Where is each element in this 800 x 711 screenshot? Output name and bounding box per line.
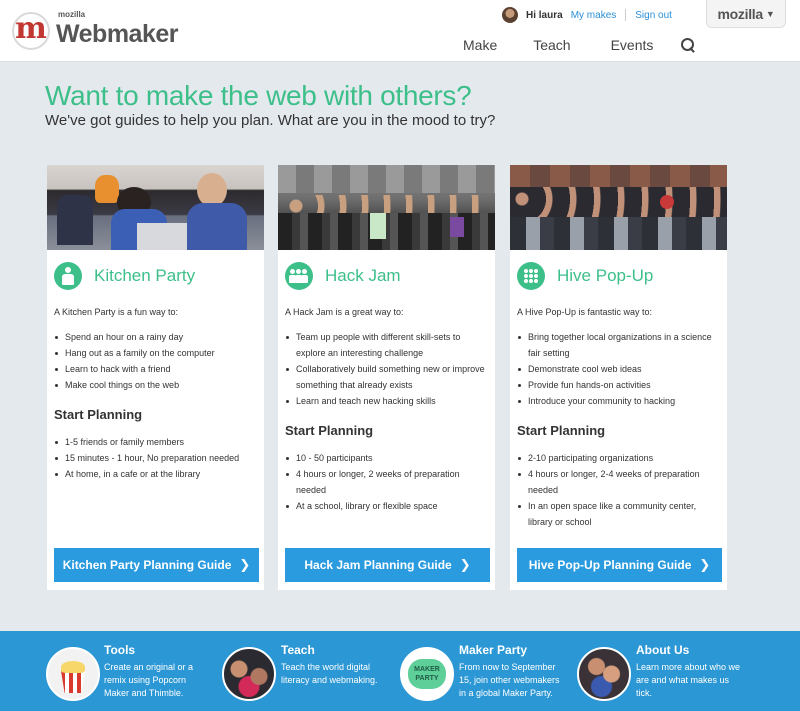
hive-pop-up-guide-button[interactable]: Hive Pop-Up Planning Guide ❯ [517,548,722,582]
list-item: Provide fun hands-on activities [517,377,721,393]
list-item: 15 minutes - 1 hour, No preparation need… [54,450,258,466]
maker-party-badge-icon: MAKER PARTY [400,647,454,701]
about-us-photo [577,647,631,701]
card-intro: A Hack Jam is a great way to: [285,307,404,317]
user-menu-divider [625,9,627,21]
list-item: Make cool things on the web [54,377,258,393]
list-item: Learn to hack with a friend [54,361,258,377]
start-planning-heading: Start Planning [517,423,606,438]
start-planning-heading: Start Planning [54,407,143,422]
popcorn-icon [46,647,100,701]
footer-title: About Us [636,643,690,657]
chevron-right-icon: ❯ [699,557,711,572]
kitchen-party-photo [47,165,264,250]
teach-photo [222,647,276,701]
webmaker-logo[interactable]: m mozilla Webmaker [12,9,179,52]
list-item: Collaboratively build something new or i… [285,361,489,393]
list-item: 1-5 friends or family members [54,434,258,450]
chevron-right-icon: ❯ [459,557,471,572]
footer-title: Maker Party [459,643,528,657]
card-hive-pop-up: Hive Pop-Up A Hive Pop-Up is fantastic w… [510,165,727,590]
nav-events[interactable]: Events [611,37,654,53]
card-benefits-list: Team up people with different skill-sets… [285,329,489,409]
hack-jam-guide-button[interactable]: Hack Jam Planning Guide ❯ [285,548,490,582]
footer-text: Teach the world digital literacy and web… [281,662,378,685]
card-plan-list: 2-10 participating organizations 4 hours… [517,450,721,530]
user-avatar[interactable] [502,7,518,23]
page-title: Want to make the web with others? [45,80,472,111]
user-greeting: Hi laura [526,9,563,21]
list-item: In an open space like a community center… [517,498,721,530]
start-planning-heading: Start Planning [285,423,374,438]
site-header: m mozilla Webmaker Hi laura My makes Sig… [0,0,800,62]
list-item: 10 - 50 participants [285,450,489,466]
list-item: Introduce your community to hacking [517,393,721,409]
nav-make[interactable]: Make [463,37,497,53]
person-icon [54,262,82,290]
card-intro: A Kitchen Party is a fun way to: [54,307,179,317]
main-nav: Make Teach Events [463,36,695,54]
hack-jam-photo [278,165,495,250]
mozilla-tab-label: mozilla [717,5,764,22]
footer-text: From now to September 15, join other web… [459,662,560,698]
list-item: At home, in a cafe or at the library [54,466,258,482]
my-makes-link[interactable]: My makes [571,10,617,21]
group-icon [285,262,313,290]
list-item: 2-10 participating organizations [517,450,721,466]
list-item: At a school, library or flexible space [285,498,489,514]
logo-mozilla-label: mozilla [58,9,86,19]
logo-webmaker-label: Webmaker [56,19,179,48]
button-label: Kitchen Party Planning Guide [62,558,232,572]
footer-text: Learn more about who we are and what mak… [636,662,741,698]
card-benefits-list: Bring together local organizations in a … [517,329,721,409]
webmaker-m-icon: m [12,12,50,50]
footer-title: Teach [281,643,315,657]
card-title: Hive Pop-Up [557,266,654,285]
maker-party-badge-text: MAKER PARTY [408,659,446,689]
card-title: Hack Jam [325,266,401,285]
button-label: Hive Pop-Up Planning Guide [528,558,692,572]
list-item: Learn and teach new hacking skills [285,393,489,409]
card-intro: A Hive Pop-Up is fantastic way to: [517,307,653,317]
list-item: 4 hours or longer, 2 weeks of preparatio… [285,466,489,498]
card-hack-jam: Hack Jam A Hack Jam is a great way to: T… [278,165,495,590]
card-kitchen-party: Kitchen Party A Kitchen Party is a fun w… [47,165,264,590]
footer-title: Tools [104,643,136,657]
kitchen-party-guide-button[interactable]: Kitchen Party Planning Guide ❯ [54,548,259,582]
footer-text: Create an original or a remix using Popc… [104,662,194,698]
list-item: Hang out as a family on the computer [54,345,258,361]
site-footer: Tools Create an original or a remix usin… [0,631,800,711]
list-item: Team up people with different skill-sets… [285,329,489,361]
card-plan-list: 10 - 50 participants 4 hours or longer, … [285,450,489,514]
card-plan-list: 1-5 friends or family members 15 minutes… [54,434,258,482]
list-item: Spend an hour on a rainy day [54,329,258,345]
hive-pop-up-photo [510,165,727,250]
card-benefits-list: Spend an hour on a rainy day Hang out as… [54,329,258,393]
mozilla-tab[interactable]: mozilla ▼ [706,0,786,28]
search-icon[interactable] [681,38,695,52]
page-subtitle: We've got guides to help you plan. What … [45,112,496,129]
button-label: Hack Jam Planning Guide [304,558,452,572]
user-menu: Hi laura My makes Sign out [502,6,672,24]
chevron-down-icon: ▼ [765,8,775,19]
list-item: Bring together local organizations in a … [517,329,721,361]
grid-icon [517,262,545,290]
nav-teach[interactable]: Teach [533,37,570,53]
list-item: Demonstrate cool web ideas [517,361,721,377]
card-title: Kitchen Party [94,266,196,285]
list-item: 4 hours or longer, 2-4 weeks of preparat… [517,466,721,498]
chevron-right-icon: ❯ [239,557,251,572]
sign-out-link[interactable]: Sign out [635,10,672,21]
